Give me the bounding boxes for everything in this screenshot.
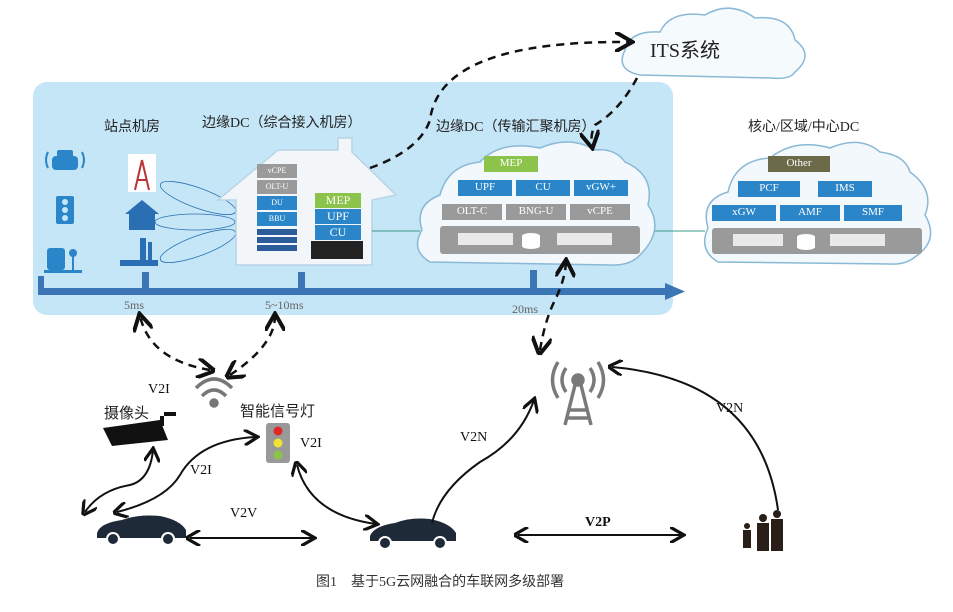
core-dc-label: 核心/区域/中心DC	[748, 120, 860, 135]
cu-module: CU	[516, 180, 570, 196]
upf-module: UPF	[315, 209, 361, 224]
base-station-tower-icon	[550, 361, 606, 426]
edge-dc-house	[215, 137, 398, 266]
bus-stop-icon	[44, 248, 82, 273]
mep-module: MEP	[484, 156, 538, 172]
vcpe-module: vCPE	[570, 204, 630, 220]
v2n-people-label: V2N	[716, 401, 744, 416]
figure-caption: 图1 基于5G云网融合的车联网多级部署	[316, 575, 565, 590]
car-middle-icon	[370, 518, 456, 550]
latency-axis	[38, 288, 668, 295]
upf-module: UPF	[458, 180, 512, 196]
rack-equipment	[311, 241, 363, 259]
latency-edge-access: 5~10ms	[265, 298, 304, 312]
wifi-to-edge-dashed-link	[230, 316, 275, 375]
its-system-label: ITS系统	[650, 40, 720, 62]
wifi-icon	[194, 377, 234, 408]
v2i-camera-label: V2I	[148, 382, 170, 397]
v2p-label: V2P	[585, 515, 611, 530]
v2n-car-label: V2N	[460, 430, 488, 445]
traffic-light-icon	[56, 196, 74, 224]
olt-u-module: OLT-U	[257, 180, 297, 194]
site-room-label: 站点机房	[104, 120, 160, 135]
v2v-label: V2V	[230, 506, 258, 521]
connected-car-icon	[45, 150, 85, 170]
cu-module: CU	[315, 225, 361, 240]
ims-module: IMS	[818, 181, 872, 197]
bbu-module: BBU	[257, 212, 297, 226]
pcf-module: PCF	[738, 181, 800, 197]
latency-site: 5ms	[124, 298, 145, 312]
wireless-links	[154, 181, 237, 263]
smart-traffic-light-icon	[266, 423, 290, 463]
mep-module: MEP	[315, 193, 361, 208]
traffic-light-label: 智能信号灯	[240, 404, 316, 420]
its-to-transport-dashed-link	[591, 77, 639, 146]
car-light-v2i-link	[117, 437, 256, 512]
car-left-icon	[97, 515, 186, 546]
car-tower-v2n-link	[431, 400, 534, 524]
wifi-to-site-dashed-link	[140, 316, 210, 370]
edge-dc-access-label: 边缘DC（综合接入机房）	[202, 116, 362, 131]
vgw-plus-module: vGW+	[574, 180, 628, 196]
smf-module: SMF	[844, 205, 902, 221]
amf-module: AMF	[780, 205, 840, 221]
tower-people-v2n-link	[612, 367, 779, 511]
tower-to-transport-dashed-link	[540, 262, 566, 350]
du-module: DU	[257, 196, 297, 210]
cell-tower-icon	[128, 154, 156, 192]
camera-label: 摄像头	[104, 406, 150, 422]
vcpe-module: vCPE	[257, 164, 297, 178]
enterprise-building-icon	[120, 238, 158, 266]
other-module: Other	[768, 156, 830, 172]
v2i-light-label: V2I	[300, 436, 322, 451]
house-icon	[125, 200, 159, 230]
light-car-v2i-link	[297, 465, 376, 524]
xgw-module: xGW	[712, 205, 776, 221]
bng-u-module: BNG-U	[506, 204, 566, 220]
server-stack-icon	[257, 229, 297, 251]
v2i-car-label: V2I	[190, 463, 212, 478]
latency-edge-transport: 20ms	[512, 302, 539, 316]
axis-arrow-icon	[665, 283, 685, 300]
edge-dc-transport-label: 边缘DC（传输汇聚机房）	[436, 120, 596, 135]
olt-c-module: OLT-C	[442, 204, 502, 220]
pedestrians-icon	[743, 510, 783, 551]
